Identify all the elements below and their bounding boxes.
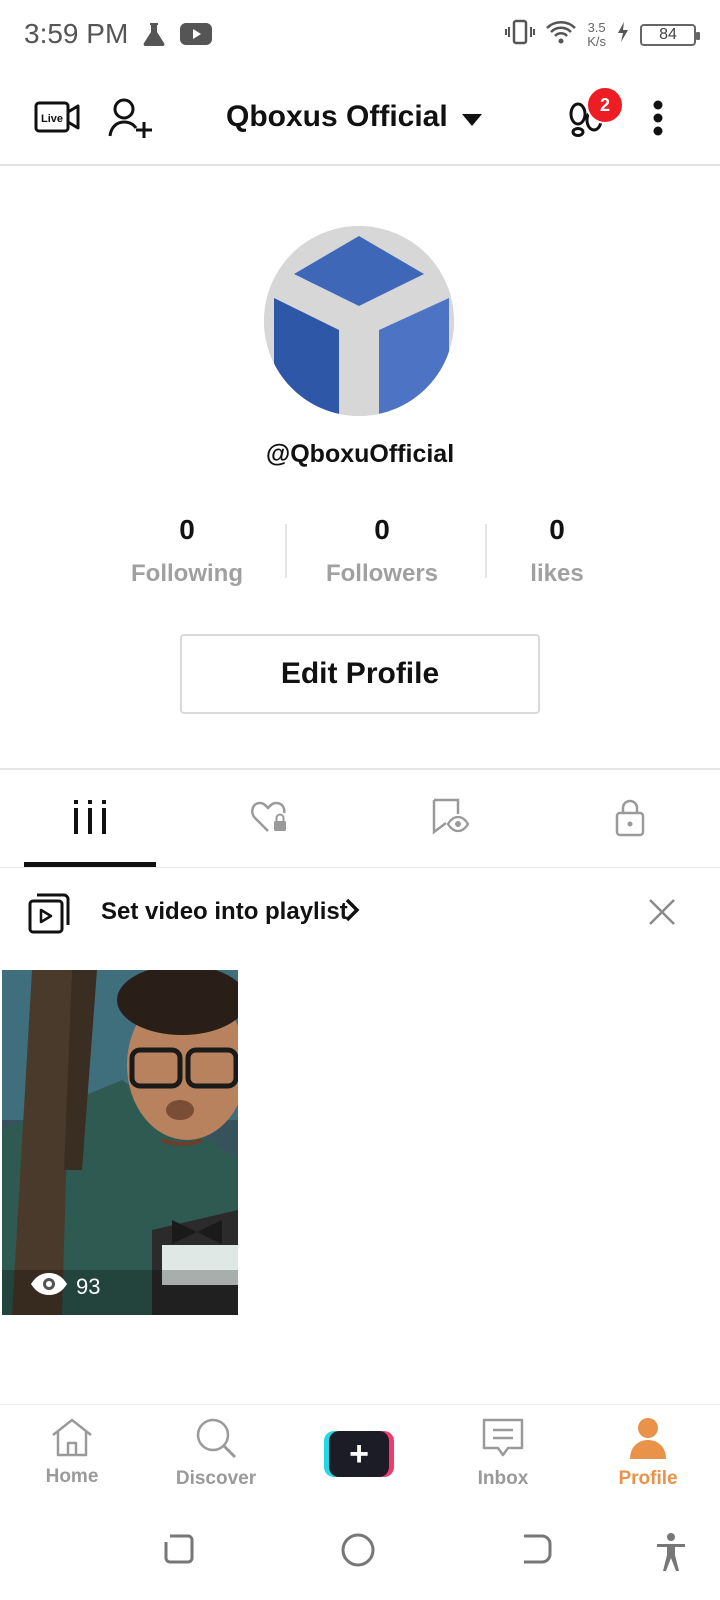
account-switcher[interactable]: Qboxus Official [226,100,482,134]
status-bar: 3:59 PM 3.5 K/s 84 [0,0,720,72]
grid-lines-icon [72,798,108,841]
stat-followers[interactable]: 0 Followers [292,510,472,588]
active-tab-indicator [24,862,156,867]
playlist-banner-text: Set video into playlist [101,898,348,925]
wifi-icon [545,19,577,50]
nav-inbox[interactable]: Inbox [443,1417,563,1490]
stat-divider [285,524,287,578]
status-time: 3:59 PM [24,18,129,49]
playlist-icon [28,892,70,939]
chevron-down-icon [461,100,482,134]
nav-label: Home [45,1466,99,1487]
stat-value: 0 [549,514,565,545]
qboxus-logo [264,226,454,416]
bookmark-eye-icon [430,798,470,841]
nav-discover[interactable]: Discover [156,1417,276,1490]
stat-label: likes [530,560,584,587]
home-button-icon[interactable] [340,1532,376,1573]
stat-value: 0 [179,514,195,545]
avatar[interactable] [264,226,454,416]
plus-icon: + [329,1431,389,1477]
top-bar: Live Qboxus Official 2 [0,72,720,166]
bottom-nav: Home Discover + Inbox Profile [0,1404,720,1504]
vibrate-icon [505,18,536,51]
battery-indicator: 84 [640,23,700,46]
video-thumbnail[interactable] [2,970,238,1315]
stat-label: Following [131,560,243,587]
back-icon[interactable] [520,1532,554,1571]
nav-label: Profile [618,1468,678,1489]
profile-stats: 0 Following 0 Followers 0 likes [0,510,720,600]
create-button[interactable]: + [324,1431,394,1477]
profile-icon [626,1418,670,1463]
youtube-icon [180,22,212,51]
playlist-banner[interactable]: Set video into playlist [0,868,720,958]
stat-value: 0 [374,514,390,545]
live-icon[interactable]: Live [34,100,80,139]
network-speed: 3.5 K/s [587,19,606,49]
tab-bookmarks-hidden[interactable] [360,770,540,868]
eye-icon [30,1272,68,1302]
close-icon[interactable] [648,898,676,931]
system-navigation [0,1520,720,1590]
charging-icon [616,21,630,48]
status-right: 3.5 K/s 84 [505,18,700,51]
tab-private[interactable] [540,770,720,868]
inbox-icon [481,1418,525,1463]
network-speed-value: 3.5 [587,19,606,35]
edit-profile-button[interactable]: Edit Profile [180,634,540,714]
nav-home[interactable]: Home [12,1417,132,1488]
search-icon [194,1418,238,1463]
view-count-value: 93 [76,1274,101,1299]
profile-handle: @QboxuOfficial [265,440,455,468]
battery-level: 84 [659,25,677,43]
stat-likes[interactable]: 0 likes [467,510,647,588]
nav-label: Discover [175,1468,257,1489]
more-options-icon[interactable] [652,100,664,141]
view-count: 93 [30,1272,100,1302]
nav-label: Inbox [477,1468,529,1489]
heart-lock-icon [250,799,290,840]
stat-following[interactable]: 0 Following [97,510,277,588]
home-icon [50,1418,94,1461]
chevron-right-icon [344,898,360,927]
content-tabs [0,770,720,868]
lock-icon [614,797,646,842]
recent-apps-icon[interactable] [162,1532,196,1571]
stat-label: Followers [325,560,439,587]
notification-badge: 2 [586,86,624,124]
status-left-icons [140,20,212,53]
add-user-icon[interactable] [108,96,154,145]
account-name: Qboxus Official [226,100,448,133]
accessibility-icon[interactable] [654,1532,688,1577]
tab-liked-private[interactable] [180,770,360,868]
tab-videos[interactable] [0,770,180,868]
svg-text:Live: Live [41,113,63,125]
video-thumbnail-image [2,970,238,1315]
network-speed-unit: K/s [587,33,606,49]
nav-profile[interactable]: Profile [588,1417,708,1490]
flask-icon [140,20,168,53]
